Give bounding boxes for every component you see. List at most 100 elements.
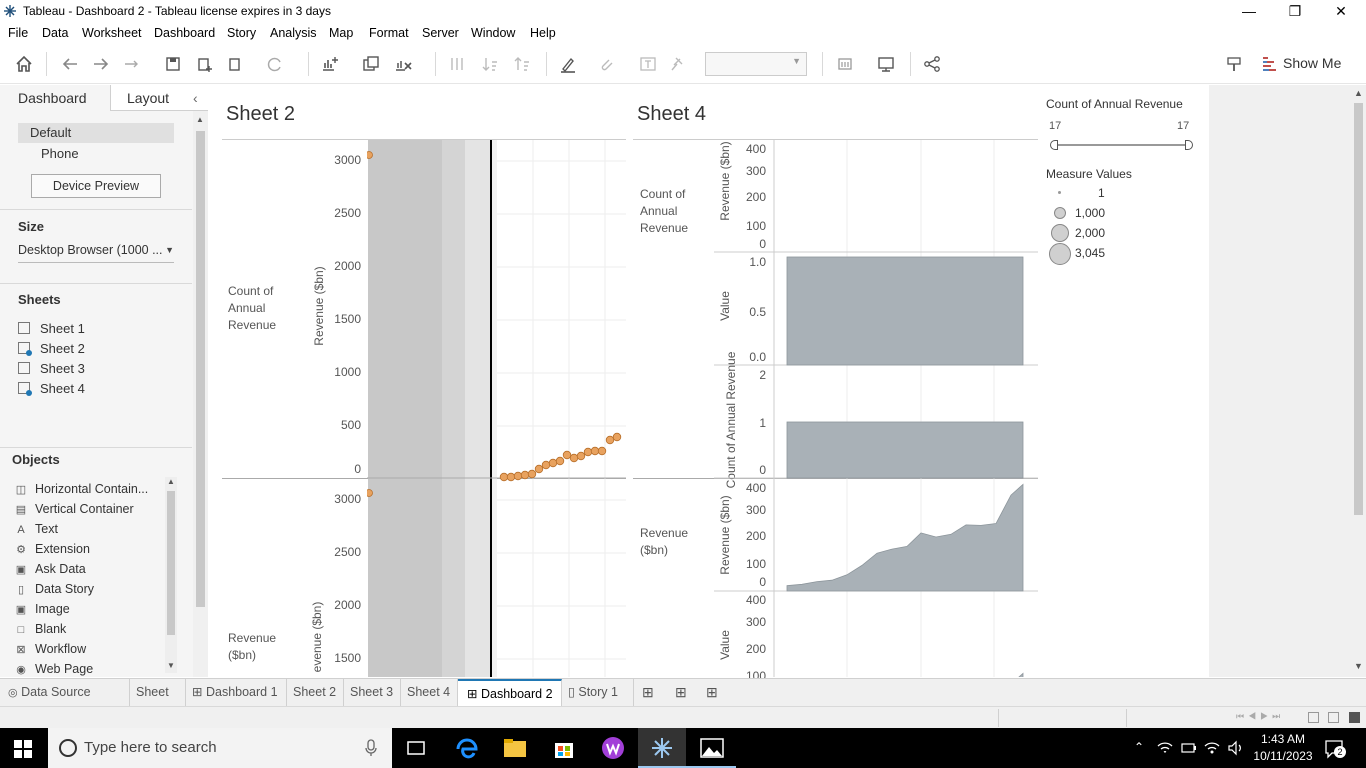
sort-descending-icon[interactable] (512, 54, 532, 74)
sheet-item-4[interactable]: Sheet 4 (18, 381, 85, 396)
new-worksheet-tab-icon[interactable]: ⊞ (642, 684, 654, 701)
tab-dashboard[interactable]: Dashboard (0, 85, 110, 111)
minimize-button[interactable]: — (1226, 0, 1272, 22)
revenue-area[interactable] (786, 483, 1024, 592)
menu-dashboard[interactable]: Dashboard (154, 26, 215, 40)
menu-help[interactable]: Help (530, 26, 556, 40)
save-icon[interactable] (163, 54, 183, 74)
object-item[interactable]: ⚙ Extension (15, 542, 90, 556)
sheet4-plot[interactable] (714, 140, 1038, 677)
menu-map[interactable]: Map (329, 26, 353, 40)
scatter-point[interactable] (569, 453, 579, 463)
object-item[interactable]: ▤ Vertical Container (15, 502, 134, 516)
show-hidden-icons-icon[interactable]: ⌃ (1134, 740, 1144, 754)
new-story-tab-icon[interactable]: ⊞ (706, 684, 718, 701)
tab-dashboard-1[interactable]: ⊞ Dashboard 1 (186, 679, 287, 706)
scatter-point[interactable] (583, 447, 593, 457)
refresh-icon[interactable] (265, 54, 285, 74)
pause-updates-icon[interactable] (226, 54, 246, 74)
attach-icon[interactable] (596, 54, 616, 74)
format-painter-icon[interactable] (1224, 54, 1244, 74)
tab-dashboard-2[interactable]: ⊞ Dashboard 2 (458, 679, 562, 706)
swap-icon[interactable] (447, 54, 467, 74)
tab-sheet-4[interactable]: Sheet 4 (401, 679, 458, 706)
device-phone[interactable]: Phone (41, 146, 79, 161)
share-icon[interactable] (922, 54, 942, 74)
store-icon[interactable] (550, 734, 578, 762)
menu-worksheet[interactable]: Worksheet (82, 26, 142, 40)
wps-office-icon[interactable] (599, 734, 627, 762)
scatter-point[interactable] (548, 458, 558, 468)
object-item[interactable]: ▣ Image (15, 602, 70, 616)
scatter-point[interactable] (576, 451, 586, 461)
network-icon[interactable] (1156, 740, 1174, 756)
clear-sheet-icon[interactable] (393, 54, 413, 74)
show-sheet-sorter-icon[interactable] (1328, 712, 1339, 723)
object-item[interactable]: ▣ Ask Data (15, 562, 86, 576)
scatter-point[interactable] (541, 460, 551, 470)
menu-server[interactable]: Server (422, 26, 459, 40)
taskbar-search[interactable]: Type here to search (48, 728, 392, 768)
objects-scrollbar[interactable]: ▲ ▼ (165, 477, 177, 673)
object-item[interactable]: □ Blank (15, 622, 67, 636)
task-view-icon[interactable] (402, 734, 430, 762)
scatter-point[interactable] (562, 450, 572, 460)
scatter-point[interactable] (513, 471, 523, 481)
tab-sheet-1[interactable]: Sheet 1 (130, 679, 186, 726)
fit-dropdown[interactable]: ▼ (705, 52, 807, 76)
scatter-point[interactable] (520, 470, 530, 480)
battery-icon[interactable] (1181, 741, 1197, 755)
scatter-point[interactable] (605, 435, 615, 445)
new-data-source-icon[interactable] (195, 54, 215, 74)
tableau-taskbar-button[interactable] (638, 728, 686, 768)
tab-story-1[interactable]: ▯ Story 1 (562, 679, 634, 706)
file-explorer-icon[interactable] (501, 734, 529, 762)
scatter-point[interactable] (612, 432, 622, 442)
sheet-item-3[interactable]: Sheet 3 (18, 361, 85, 376)
slider-max-handle[interactable] (1185, 140, 1193, 150)
replay-icon[interactable] (122, 54, 142, 74)
undo-icon[interactable] (60, 54, 80, 74)
labels-icon[interactable] (638, 54, 658, 74)
collapse-panel-icon[interactable]: ‹ (193, 85, 198, 111)
menu-window[interactable]: Window (471, 26, 515, 40)
photos-icon[interactable] (698, 734, 726, 762)
scatter-point[interactable] (499, 472, 509, 482)
panel-scrollbar[interactable]: ▲ (193, 111, 208, 677)
new-dashboard-tab-icon[interactable]: ⊞ (675, 684, 687, 701)
clock-date[interactable]: 10/11/2023 (1248, 749, 1318, 763)
scatter-point[interactable] (534, 464, 544, 474)
home-icon[interactable] (14, 54, 34, 74)
object-item[interactable]: ▯ Data Story (15, 582, 94, 596)
menu-format[interactable]: Format (369, 26, 409, 40)
show-cards-icon[interactable] (836, 54, 856, 74)
device-default[interactable]: Default (18, 123, 174, 143)
count-area[interactable] (786, 421, 1024, 479)
menu-story[interactable]: Story (227, 26, 256, 40)
sheet-navigation-icons[interactable]: ⏮◀▶⏭ (1236, 711, 1284, 722)
windows-start-icon[interactable] (14, 740, 32, 758)
menu-data[interactable]: Data (42, 26, 68, 40)
scatter-point[interactable] (590, 446, 600, 456)
highlight-icon[interactable] (558, 54, 578, 74)
new-worksheet-icon[interactable] (320, 54, 340, 74)
clock-time[interactable]: 1:43 AM (1252, 732, 1314, 746)
range-slider-track[interactable] (1054, 144, 1189, 146)
duplicate-icon[interactable] (361, 54, 381, 74)
redo-icon[interactable] (91, 54, 111, 74)
slider-min-handle[interactable] (1050, 140, 1058, 150)
object-item[interactable]: ⊠ Workflow (15, 642, 86, 656)
microphone-icon[interactable] (364, 739, 378, 757)
object-item[interactable]: A Text (15, 522, 58, 536)
value-area[interactable] (786, 256, 1024, 366)
edge-icon[interactable] (453, 734, 481, 762)
object-item[interactable]: ◉ Web Page (15, 662, 93, 676)
object-item[interactable]: ◫ Horizontal Contain... (15, 482, 148, 496)
menu-analysis[interactable]: Analysis (270, 26, 317, 40)
sheet2-plot[interactable] (367, 140, 626, 677)
tab-sheet-2[interactable]: Sheet 2 (287, 679, 344, 706)
canvas-scrollbar[interactable]: ▲ ▼ (1351, 85, 1366, 677)
sort-ascending-icon[interactable] (480, 54, 500, 74)
restore-button[interactable]: ❐ (1272, 0, 1318, 22)
sheet-item-2[interactable]: Sheet 2 (18, 341, 85, 356)
